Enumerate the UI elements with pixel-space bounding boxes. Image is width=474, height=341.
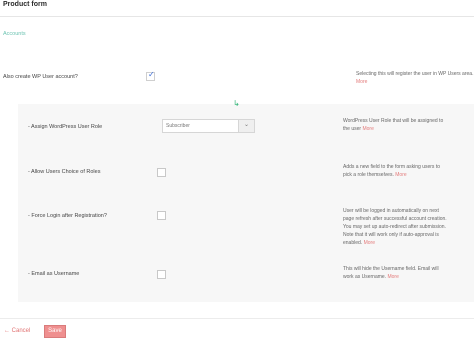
more-link[interactable]: More [356, 79, 367, 85]
more-link[interactable]: More [387, 274, 398, 280]
user-role-value: Subscriber [166, 123, 190, 129]
force-login-checkbox[interactable] [157, 211, 166, 220]
more-link[interactable]: More [395, 172, 406, 178]
more-link[interactable]: More [362, 126, 373, 132]
create-account-checkbox[interactable]: ✓ [146, 70, 155, 81]
more-link[interactable]: More [364, 240, 375, 246]
choice-roles-checkbox[interactable] [157, 168, 166, 177]
save-button[interactable]: Save [44, 325, 66, 338]
dropdown-button[interactable]: ⌄ [238, 120, 254, 132]
user-role-select[interactable]: Subscriber ⌄ [162, 119, 255, 133]
accounts-link[interactable]: Accounts [3, 31, 26, 37]
row-label-email-username: - Email as Username [28, 271, 80, 277]
turn-down-arrow-icon: ↳ [233, 99, 240, 108]
choice-roles-help: Adds a new field to the form asking user… [343, 164, 440, 178]
footer-divider [0, 318, 474, 319]
page-title: Product form [3, 1, 47, 8]
row-label-choice-roles: - Allow Users Choice of Roles [28, 169, 101, 175]
email-username-checkbox[interactable] [157, 270, 166, 279]
cancel-button[interactable]: ← Cancel [4, 328, 30, 334]
create-account-help: Selecting this will register the user in… [356, 71, 474, 85]
arrow-left-icon: ← [4, 328, 10, 334]
form-header: Product form [0, 0, 474, 17]
chevron-down-icon: ⌄ [244, 122, 250, 128]
checkmark-icon: ✓ [148, 70, 155, 79]
user-role-help: WordPress User Role that will be assigne… [343, 118, 444, 132]
row-label-user-role: - Assign WordPress User Role [28, 124, 103, 130]
email-username-help: This will hide the Username field. Email… [343, 266, 439, 280]
create-account-label: Also create WP User account? [3, 74, 78, 80]
force-login-help: User will be logged in automatically on … [343, 208, 447, 246]
row-label-force-login: - Force Login after Registration? [28, 213, 107, 219]
